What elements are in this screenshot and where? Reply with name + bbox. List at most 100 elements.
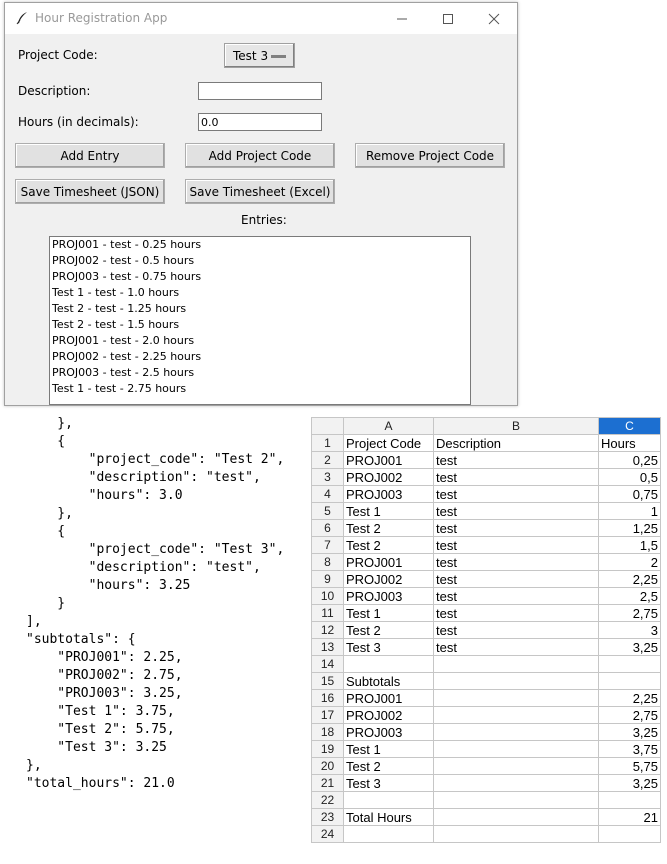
cell-b[interactable] — [433, 689, 599, 707]
cell-b[interactable]: test — [433, 536, 599, 554]
cell-c[interactable]: 3,25 — [598, 774, 661, 792]
cell-c[interactable]: Hours — [598, 434, 661, 452]
entries-listbox[interactable]: PROJ001 - test - 0.25 hours PROJ002 - te… — [49, 236, 471, 405]
cell-b[interactable] — [433, 706, 599, 724]
row-header[interactable]: 23 — [311, 808, 344, 826]
cell-b[interactable]: test — [433, 553, 599, 571]
cell-b[interactable] — [433, 655, 599, 673]
cell-c[interactable]: 3,25 — [598, 723, 661, 741]
cell-a[interactable]: Subtotals — [343, 672, 434, 690]
cell-a[interactable]: PROJ001 — [343, 451, 434, 469]
column-header-a[interactable]: A — [343, 417, 434, 435]
hours-input[interactable] — [198, 113, 322, 131]
cell-a[interactable]: Project Code — [343, 434, 434, 452]
cell-b[interactable] — [433, 791, 599, 809]
cell-c[interactable]: 2 — [598, 553, 661, 571]
cell-a[interactable]: PROJ002 — [343, 706, 434, 724]
title-bar[interactable]: Hour Registration App — [5, 3, 517, 34]
cell-a[interactable]: PROJ001 — [343, 689, 434, 707]
list-item[interactable]: PROJ003 - test - 0.75 hours — [50, 269, 470, 285]
list-item[interactable]: PROJ001 - test - 2.0 hours — [50, 333, 470, 349]
cell-a[interactable]: PROJ003 — [343, 723, 434, 741]
row-header[interactable]: 12 — [311, 621, 344, 639]
cell-c[interactable]: 0,75 — [598, 485, 661, 503]
list-item[interactable]: Test 1 - test - 2.75 hours — [50, 381, 470, 397]
row-header[interactable]: 24 — [311, 825, 344, 843]
row-header[interactable]: 1 — [311, 434, 344, 452]
cell-b[interactable] — [433, 740, 599, 758]
cell-a[interactable]: Test 1 — [343, 502, 434, 520]
list-item[interactable]: Test 1 - test - 1.0 hours — [50, 285, 470, 301]
cell-c[interactable] — [598, 791, 661, 809]
cell-a[interactable]: PROJ002 — [343, 468, 434, 486]
row-header[interactable]: 16 — [311, 689, 344, 707]
cell-a[interactable]: Test 2 — [343, 757, 434, 775]
cell-a[interactable]: Test 3 — [343, 638, 434, 656]
cell-b[interactable]: test — [433, 485, 599, 503]
column-header-b[interactable]: B — [433, 417, 599, 435]
cell-c[interactable] — [598, 672, 661, 690]
close-button[interactable] — [471, 3, 517, 34]
list-item[interactable]: PROJ003 - test - 2.5 hours — [50, 365, 470, 381]
cell-a[interactable] — [343, 825, 434, 843]
cell-b[interactable]: test — [433, 570, 599, 588]
list-item[interactable]: Test 2 - test - 1.25 hours — [50, 301, 470, 317]
cell-a[interactable]: Test 3 — [343, 774, 434, 792]
cell-c[interactable]: 1,5 — [598, 536, 661, 554]
row-header[interactable]: 22 — [311, 791, 344, 809]
cell-b[interactable]: test — [433, 451, 599, 469]
description-input[interactable] — [198, 82, 322, 100]
cell-c[interactable]: 2,5 — [598, 587, 661, 605]
cell-c[interactable]: 0,25 — [598, 451, 661, 469]
cell-b[interactable] — [433, 672, 599, 690]
corner-cell[interactable] — [311, 417, 344, 435]
cell-a[interactable]: PROJ003 — [343, 587, 434, 605]
cell-b[interactable]: Description — [433, 434, 599, 452]
save-excel-button[interactable]: Save Timesheet (Excel) — [185, 179, 335, 204]
maximize-button[interactable] — [425, 3, 471, 34]
cell-c[interactable]: 2,75 — [598, 604, 661, 622]
cell-c[interactable]: 2,25 — [598, 689, 661, 707]
cell-b[interactable]: test — [433, 468, 599, 486]
cell-c[interactable]: 3 — [598, 621, 661, 639]
row-header[interactable]: 11 — [311, 604, 344, 622]
cell-a[interactable]: Total Hours — [343, 808, 434, 826]
minimize-button[interactable] — [379, 3, 425, 34]
row-header[interactable]: 8 — [311, 553, 344, 571]
row-header[interactable]: 17 — [311, 706, 344, 724]
cell-c[interactable]: 3,25 — [598, 638, 661, 656]
row-header[interactable]: 3 — [311, 468, 344, 486]
row-header[interactable]: 19 — [311, 740, 344, 758]
row-header[interactable]: 4 — [311, 485, 344, 503]
cell-b[interactable]: test — [433, 604, 599, 622]
list-item[interactable]: PROJ002 - test - 2.25 hours — [50, 349, 470, 365]
add-entry-button[interactable]: Add Entry — [15, 143, 165, 168]
add-project-code-button[interactable]: Add Project Code — [185, 143, 335, 168]
list-item[interactable]: Test 2 - test - 1.5 hours — [50, 317, 470, 333]
remove-project-code-button[interactable]: Remove Project Code — [355, 143, 505, 168]
cell-b[interactable]: test — [433, 519, 599, 537]
cell-a[interactable]: Test 2 — [343, 519, 434, 537]
cell-a[interactable]: Test 2 — [343, 536, 434, 554]
cell-b[interactable]: test — [433, 621, 599, 639]
cell-a[interactable]: PROJ003 — [343, 485, 434, 503]
cell-a[interactable]: Test 1 — [343, 604, 434, 622]
cell-c[interactable]: 1,25 — [598, 519, 661, 537]
cell-a[interactable]: PROJ001 — [343, 553, 434, 571]
cell-c[interactable]: 5,75 — [598, 757, 661, 775]
cell-b[interactable] — [433, 808, 599, 826]
cell-b[interactable] — [433, 825, 599, 843]
cell-b[interactable] — [433, 774, 599, 792]
row-header[interactable]: 18 — [311, 723, 344, 741]
row-header[interactable]: 14 — [311, 655, 344, 673]
row-header[interactable]: 7 — [311, 536, 344, 554]
cell-c[interactable]: 2,25 — [598, 570, 661, 588]
cell-b[interactable]: test — [433, 587, 599, 605]
project-code-dropdown[interactable]: Test 3 — [224, 43, 295, 68]
cell-b[interactable] — [433, 757, 599, 775]
cell-a[interactable] — [343, 655, 434, 673]
list-item[interactable]: PROJ001 - test - 0.25 hours — [50, 237, 470, 253]
cell-a[interactable]: Test 1 — [343, 740, 434, 758]
cell-a[interactable] — [343, 791, 434, 809]
cell-c[interactable]: 2,75 — [598, 706, 661, 724]
